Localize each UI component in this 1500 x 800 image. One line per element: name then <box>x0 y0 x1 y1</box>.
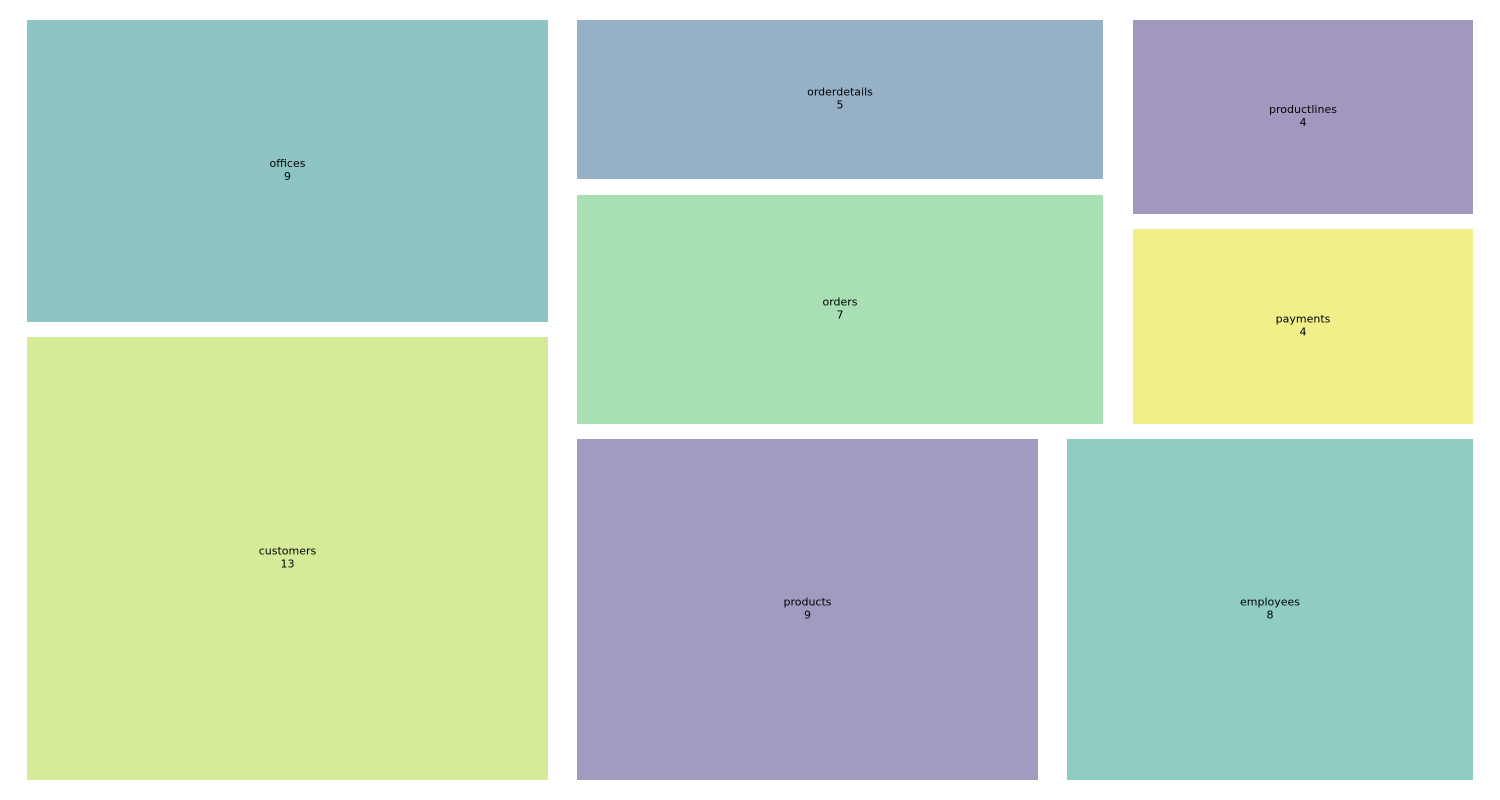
tile-value: 7 <box>837 309 844 322</box>
tile-label: products <box>783 596 831 609</box>
tile-label: orders <box>822 296 857 309</box>
tile-label: orderdetails <box>807 86 873 99</box>
treemap-tile-orders: orders7 <box>577 195 1103 424</box>
treemap-tile-orderdetails: orderdetails5 <box>577 20 1103 179</box>
tile-value: 8 <box>1267 609 1274 622</box>
treemap-tile-offices: offices9 <box>27 20 548 322</box>
tile-label: offices <box>270 157 306 170</box>
treemap-tile-payments: payments4 <box>1133 229 1473 424</box>
tile-value: 13 <box>281 558 295 571</box>
treemap-tile-productlines: productlines4 <box>1133 20 1473 214</box>
tile-value: 4 <box>1300 326 1307 339</box>
tile-value: 5 <box>837 99 844 112</box>
treemap-tile-products: products9 <box>577 439 1038 780</box>
tile-value: 9 <box>804 609 811 622</box>
treemap-tile-employees: employees8 <box>1067 439 1473 780</box>
tile-value: 4 <box>1300 116 1307 129</box>
tile-value: 9 <box>284 170 291 183</box>
treemap-chart: offices9customers13orderdetails5orders7p… <box>27 20 1473 780</box>
tile-label: employees <box>1240 596 1300 609</box>
tile-label: payments <box>1276 313 1331 326</box>
treemap-tile-customers: customers13 <box>27 337 548 780</box>
tile-label: productlines <box>1269 103 1337 116</box>
tile-label: customers <box>259 545 317 558</box>
